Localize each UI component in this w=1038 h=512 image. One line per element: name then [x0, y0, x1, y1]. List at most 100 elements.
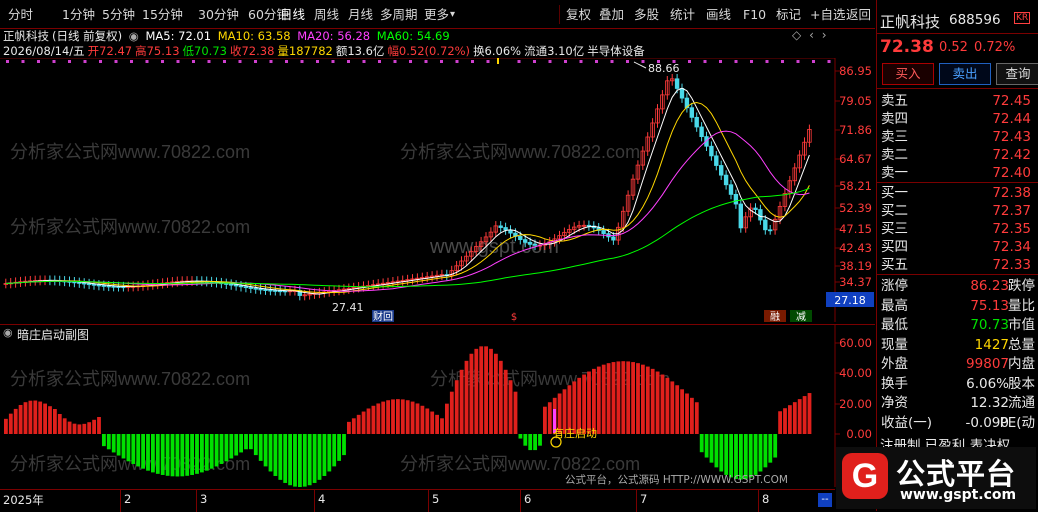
- chevron-left-icon[interactable]: ‹: [809, 28, 814, 42]
- ask-row-1: 卖四 72.44: [881, 110, 1035, 128]
- stat-row-7-label: 收益(一): [881, 414, 933, 431]
- period-tab-6[interactable]: 日线: [280, 6, 305, 24]
- sub-tick-2: 20.00: [839, 397, 872, 411]
- stat-row-5-value: 6.06%: [966, 375, 1009, 392]
- bar-sector: 半导体设备: [587, 44, 645, 58]
- stat-row-4: 外盘 99807 内盘: [881, 355, 1035, 373]
- sub-chart-axis: 60.00 40.00 20.00 0.00: [835, 336, 872, 441]
- stat-row-1: 最高 75.13 量比: [881, 297, 1035, 315]
- ask-row-0: 卖五 72.45: [881, 92, 1035, 110]
- stat-row-2-value: 70.73: [970, 317, 1009, 333]
- toolbar-action-3[interactable]: 统计: [670, 6, 695, 24]
- sub-watermark: 分析家公式网www.70822.com: [10, 369, 250, 389]
- price-axis: 86.95 79.05 71.86 64.67 58.21 52.39 47.15 42.43…: [826, 64, 874, 307]
- stat-row-6-value: 12.32: [970, 395, 1009, 411]
- stat-row-2: 最低 70.73 市值: [881, 316, 1035, 334]
- toolbar-action-6[interactable]: 标记: [776, 6, 801, 24]
- ma5-line: [5, 87, 810, 295]
- ask-row-0-value: 72.45: [992, 93, 1031, 109]
- bid-row-0: 买一 72.38: [881, 184, 1035, 202]
- price-tick-8: 38.19: [839, 259, 872, 273]
- bid-row-2: 买三 72.35: [881, 220, 1035, 238]
- sell-button[interactable]: 卖出: [939, 63, 991, 85]
- bar-close: 收72.38: [229, 44, 275, 58]
- signal-label: 有庄启动: [553, 426, 597, 440]
- stat-row-5-label2: 股本: [1008, 375, 1035, 392]
- low-price-label: 27.41: [332, 301, 364, 314]
- settings-circle-icon[interactable]: ◉: [129, 29, 139, 43]
- last-price: 72.38: [880, 37, 934, 57]
- bar-low: 低70.73: [182, 44, 227, 58]
- logo-url: www.gspt.com: [900, 487, 1017, 503]
- price-tick-4: 58.21: [839, 179, 872, 193]
- bar-amount: 额13.6亿: [335, 44, 385, 58]
- chevron-right-icon[interactable]: ›: [822, 28, 827, 42]
- stat-row-0: 涨停 86.23 跌停: [881, 277, 1035, 295]
- stat-row-1-label: 最高: [881, 297, 908, 314]
- bid-row-3: 买四 72.34: [881, 238, 1035, 256]
- price-tick-1: 79.05: [839, 94, 872, 108]
- period-tab-1[interactable]: 1分钟: [62, 6, 95, 24]
- period-tab-0[interactable]: 分时: [8, 6, 33, 24]
- period-tab-2[interactable]: 5分钟: [102, 6, 135, 24]
- stat-row-0-label2: 跌停: [1008, 278, 1035, 294]
- period-tab-7[interactable]: 周线: [314, 6, 339, 24]
- ask-row-0-label: 卖五: [881, 93, 908, 109]
- price-tick-7: 42.43: [839, 241, 872, 255]
- ask-row-3-label: 卖二: [881, 147, 908, 163]
- period-tab-3[interactable]: 15分钟: [142, 6, 183, 24]
- month-tick-0: 2: [120, 490, 131, 512]
- stat-row-4-label: 外盘: [881, 356, 908, 372]
- stat-row-5-label: 换手: [881, 375, 908, 392]
- watermark-text-2: 分析家公式网www.70822.com: [400, 142, 640, 162]
- bid-row-1: 买二 72.37: [881, 202, 1035, 220]
- bid-row-2-label: 买三: [881, 221, 908, 237]
- toolbar-action-0[interactable]: 复权: [566, 6, 591, 24]
- bar-turnover: 换6.06%: [473, 44, 522, 58]
- header-stock-name: 正帆科技: [3, 29, 49, 43]
- chart-nav-icons: ◇ ‹ ›: [792, 28, 827, 42]
- ask-row-1-label: 卖四: [881, 111, 908, 127]
- price-tick-9: 34.37: [839, 275, 872, 289]
- ask-row-2-value: 72.43: [992, 129, 1031, 145]
- bid-row-1-label: 买二: [881, 203, 908, 219]
- toolbar-action-5[interactable]: F10: [743, 6, 766, 24]
- ask-row-4: 卖一 72.40: [881, 164, 1035, 182]
- axis-scroll-button[interactable]: --: [818, 493, 832, 507]
- event-tag-1: $: [511, 312, 517, 322]
- sub-tick-3: 0.00: [846, 427, 872, 441]
- more-chevron-icon[interactable]: ▾: [450, 6, 455, 24]
- toolbar-action-1[interactable]: 叠加: [599, 6, 624, 24]
- bar-change: 幅0.52(0.72%): [387, 44, 471, 58]
- month-tick-5: 7: [636, 490, 647, 512]
- price-change: 0.52: [939, 40, 968, 55]
- ma10-line: [5, 101, 810, 294]
- toolbar-action-8[interactable]: 返回: [846, 6, 871, 24]
- ask-row-3-value: 72.42: [992, 147, 1031, 163]
- source-note: 公式平台，公式源码 HTTP://WWW.GSPT.COM: [565, 473, 788, 486]
- logo-glyph: G: [851, 457, 879, 495]
- kline-main-chart[interactable]: 分析家公式网www.70822.com 分析家公式网www.70822.com …: [0, 58, 875, 322]
- toolbar-action-2[interactable]: 多股: [634, 6, 659, 24]
- month-tick-1: 3: [196, 490, 207, 512]
- toolbar-action-7[interactable]: +自选: [810, 6, 845, 24]
- buy-button[interactable]: 买入: [882, 63, 934, 85]
- bid-row-2-value: 72.35: [992, 221, 1031, 237]
- period-tab-8[interactable]: 月线: [348, 6, 373, 24]
- stat-row-0-value: 86.23: [970, 278, 1009, 294]
- watermark-text: 分析家公式网www.70822.com: [10, 142, 250, 162]
- price-tick-6: 47.15: [839, 222, 872, 236]
- period-tab-10[interactable]: 更多: [424, 6, 449, 24]
- date-axis: 2025年 2 3 4 5 6 7 8 --: [0, 489, 835, 512]
- stat-row-0-label: 涨停: [881, 278, 908, 294]
- stat-row-7-label2: PE(动: [999, 414, 1035, 431]
- period-tab-4[interactable]: 30分钟: [198, 6, 239, 24]
- stat-row-6-label: 净资: [881, 395, 908, 411]
- query-button[interactable]: 查询: [996, 63, 1038, 85]
- month-tick-3: 5: [428, 490, 439, 512]
- price-tick-3: 64.67: [839, 152, 872, 166]
- toolbar-action-4[interactable]: 画线: [706, 6, 731, 24]
- indicator-sub-chart[interactable]: 分析家公式网www.70822.com 分析家公式网www.70822.com …: [0, 325, 875, 487]
- period-tab-9[interactable]: 多周期: [380, 6, 418, 24]
- diamond-icon[interactable]: ◇: [792, 28, 801, 42]
